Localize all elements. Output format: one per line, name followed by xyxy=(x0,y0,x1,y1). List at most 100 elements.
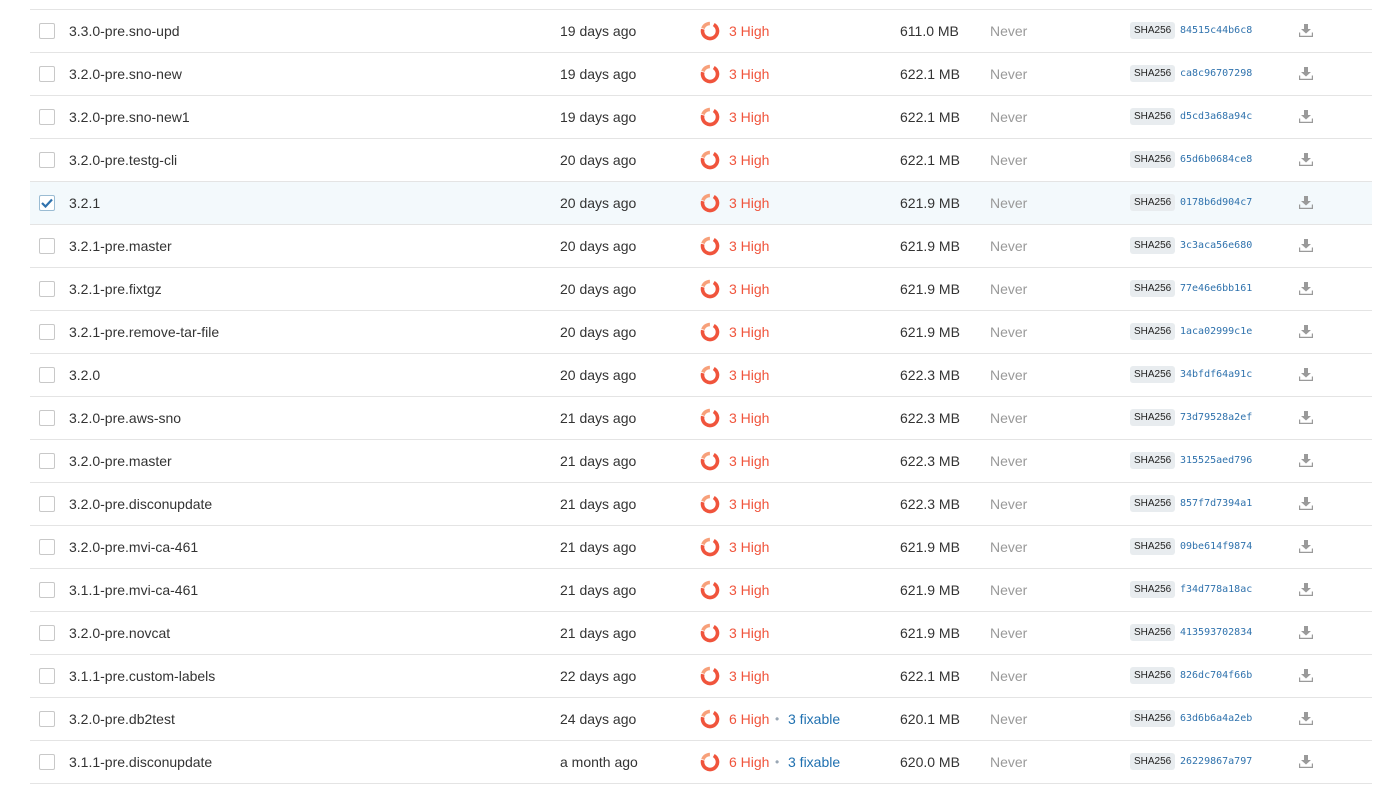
expires: Never xyxy=(990,23,1028,39)
high-vulnerability-count[interactable]: 3 High xyxy=(729,354,769,396)
row-checkbox[interactable] xyxy=(39,711,55,727)
download-icon[interactable] xyxy=(1299,626,1313,639)
row-checkbox[interactable] xyxy=(39,367,55,383)
vulnerability-donut-icon xyxy=(700,21,720,41)
digest-link[interactable]: 34bfdf64a91c xyxy=(1180,354,1252,396)
high-vulnerability-count[interactable]: 3 High xyxy=(729,397,769,439)
download-icon[interactable] xyxy=(1299,755,1313,768)
image-size: 620.1 MB xyxy=(900,711,960,727)
download-icon[interactable] xyxy=(1299,368,1313,381)
digest-link[interactable]: 826dc704f66b xyxy=(1180,655,1252,697)
digest-link[interactable]: 3c3aca56e680 xyxy=(1180,225,1252,267)
high-vulnerability-count[interactable]: 3 High xyxy=(729,526,769,568)
sha256-badge: SHA256 xyxy=(1130,409,1176,426)
high-vulnerability-count[interactable]: 3 High xyxy=(729,311,769,353)
row-checkbox[interactable] xyxy=(39,410,55,426)
digest-link[interactable]: 26229867a797 xyxy=(1180,741,1252,783)
last-modified: 21 days ago xyxy=(560,539,637,555)
high-vulnerability-count[interactable]: 3 High xyxy=(729,268,769,310)
row-checkbox[interactable] xyxy=(39,238,55,254)
download-icon[interactable] xyxy=(1299,282,1313,295)
download-icon[interactable] xyxy=(1299,454,1313,467)
last-modified: 19 days ago xyxy=(560,109,637,125)
row-checkbox[interactable] xyxy=(39,281,55,297)
row-checkbox[interactable] xyxy=(39,625,55,641)
download-icon[interactable] xyxy=(1299,196,1313,209)
last-modified: 21 days ago xyxy=(560,496,637,512)
row-checkbox[interactable] xyxy=(39,195,55,211)
digest-link[interactable]: 63d6b6a4a2eb xyxy=(1180,698,1252,740)
image-size: 622.3 MB xyxy=(900,496,960,512)
digest-link[interactable]: 857f7d7394a1 xyxy=(1180,483,1252,525)
digest-link[interactable]: 84515c44b6c8 xyxy=(1180,10,1252,52)
download-icon[interactable] xyxy=(1299,110,1313,123)
digest-link[interactable]: 73d79528a2ef xyxy=(1180,397,1252,439)
high-vulnerability-count[interactable]: 3 High xyxy=(729,569,769,611)
digest-link[interactable]: 1aca02999c1e xyxy=(1180,311,1252,353)
tag-name: 3.3.0-pre.sno-upd xyxy=(69,23,180,39)
row-checkbox[interactable] xyxy=(39,453,55,469)
image-size: 621.9 MB xyxy=(900,324,960,340)
high-vulnerability-count[interactable]: 3 High xyxy=(729,440,769,482)
download-icon[interactable] xyxy=(1299,583,1313,596)
row-checkbox[interactable] xyxy=(39,152,55,168)
digest-link[interactable]: 65d6b0684ce8 xyxy=(1180,139,1252,181)
table-row: 3.2.1-pre.master 20 days ago 3 High • 62… xyxy=(30,225,1372,268)
high-vulnerability-count[interactable]: 3 High xyxy=(729,612,769,654)
download-icon[interactable] xyxy=(1299,325,1313,338)
high-vulnerability-count[interactable]: 3 High xyxy=(729,53,769,95)
digest-link[interactable]: 09be614f9874 xyxy=(1180,526,1252,568)
row-checkbox[interactable] xyxy=(39,109,55,125)
download-icon[interactable] xyxy=(1299,239,1313,252)
sha256-badge: SHA256 xyxy=(1130,151,1176,168)
download-icon[interactable] xyxy=(1299,24,1313,37)
image-size: 611.0 MB xyxy=(900,23,959,39)
expires: Never xyxy=(990,668,1028,684)
high-vulnerability-count[interactable]: 3 High xyxy=(729,655,769,697)
last-modified: 20 days ago xyxy=(560,367,637,383)
digest-link[interactable]: 0178b6d904c7 xyxy=(1180,182,1252,224)
expires: Never xyxy=(990,238,1028,254)
vulnerability-donut-icon xyxy=(700,580,720,600)
high-vulnerability-count[interactable]: 3 High xyxy=(729,483,769,525)
row-checkbox[interactable] xyxy=(39,496,55,512)
digest-link[interactable]: ca8c96707298 xyxy=(1180,53,1252,95)
high-vulnerability-count[interactable]: 6 High xyxy=(729,698,769,740)
high-vulnerability-count[interactable]: 3 High xyxy=(729,10,769,52)
high-vulnerability-count[interactable]: 3 High xyxy=(729,139,769,181)
fixable-count[interactable]: 3 fixable xyxy=(788,741,840,783)
download-icon[interactable] xyxy=(1299,497,1313,510)
last-modified: 19 days ago xyxy=(560,66,637,82)
download-icon[interactable] xyxy=(1299,153,1313,166)
row-checkbox[interactable] xyxy=(39,23,55,39)
last-modified: 20 days ago xyxy=(560,281,637,297)
last-modified: 21 days ago xyxy=(560,625,637,641)
download-icon[interactable] xyxy=(1299,669,1313,682)
row-checkbox[interactable] xyxy=(39,324,55,340)
digest-link[interactable]: 315525aed796 xyxy=(1180,440,1252,482)
fixable-count[interactable]: 3 fixable xyxy=(788,698,840,740)
digest-link[interactable]: 413593702834 xyxy=(1180,612,1252,654)
row-checkbox[interactable] xyxy=(39,668,55,684)
last-modified: 21 days ago xyxy=(560,410,637,426)
sha256-badge: SHA256 xyxy=(1130,624,1176,641)
digest-link[interactable]: 77e46e6bb161 xyxy=(1180,268,1252,310)
download-icon[interactable] xyxy=(1299,67,1313,80)
digest-link[interactable]: f34d778a18ac xyxy=(1180,569,1252,611)
expires: Never xyxy=(990,539,1028,555)
high-vulnerability-count[interactable]: 3 High xyxy=(729,182,769,224)
digest-link[interactable]: d5cd3a68a94c xyxy=(1180,96,1252,138)
download-icon[interactable] xyxy=(1299,540,1313,553)
image-size: 621.9 MB xyxy=(900,625,960,641)
download-icon[interactable] xyxy=(1299,411,1313,424)
row-checkbox[interactable] xyxy=(39,582,55,598)
separator-dot: • xyxy=(775,755,780,769)
download-icon[interactable] xyxy=(1299,712,1313,725)
high-vulnerability-count[interactable]: 3 High xyxy=(729,96,769,138)
row-checkbox[interactable] xyxy=(39,754,55,770)
high-vulnerability-count[interactable]: 3 High xyxy=(729,225,769,267)
high-vulnerability-count[interactable]: 6 High xyxy=(729,741,769,783)
row-checkbox[interactable] xyxy=(39,539,55,555)
image-size: 621.9 MB xyxy=(900,281,960,297)
row-checkbox[interactable] xyxy=(39,66,55,82)
